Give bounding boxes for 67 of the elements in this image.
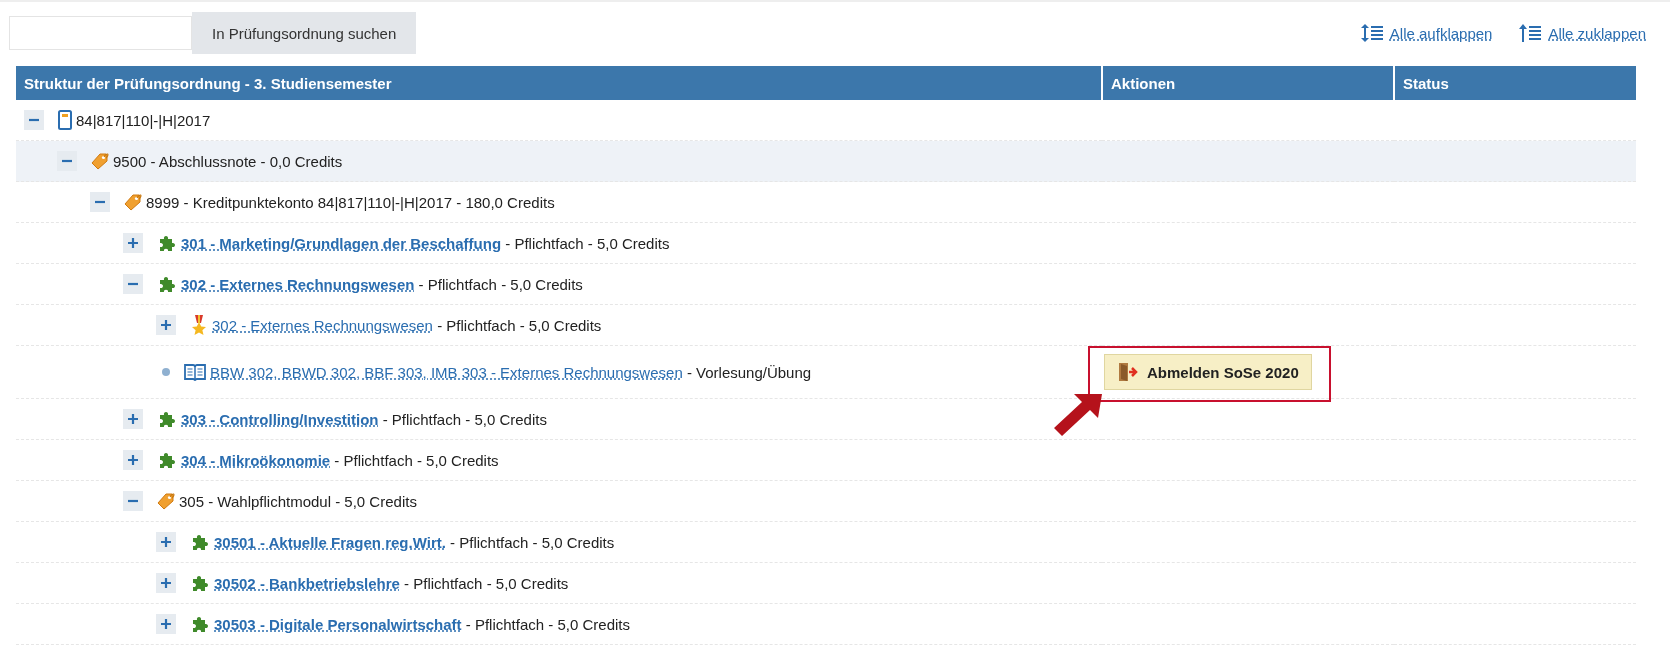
deregister-button[interactable]: Abmelden SoSe 2020 xyxy=(1104,354,1312,390)
puzzle-icon xyxy=(190,573,210,593)
node-text: - Pflichtfach - 5,0 Credits xyxy=(449,533,615,551)
collapse-button[interactable] xyxy=(90,192,110,212)
title-link[interactable]: BBW 302, BBWD 302, BBF 303, IMB 303 - Externes Rechnungswesen xyxy=(210,363,683,381)
tag-icon xyxy=(157,492,175,510)
node-text: 84|817|110|-|H|2017 xyxy=(76,111,211,129)
expand-all-link[interactable]: Alle aufklappen xyxy=(1359,23,1493,43)
expand-button[interactable] xyxy=(156,315,176,335)
title-link[interactable]: 30501 - Aktuelle Fragen reg.Wirt. xyxy=(214,533,446,551)
plus-icon xyxy=(160,319,172,331)
node-text: - Pflichtfach - 5,0 Credits xyxy=(436,316,602,334)
expand-button[interactable] xyxy=(156,614,176,634)
plus-icon xyxy=(127,413,139,425)
column-header: Aktionen xyxy=(1102,66,1394,100)
puzzle-icon xyxy=(190,614,210,634)
node-text: - Pflichtfach - 5,0 Credits xyxy=(333,451,499,469)
node-text: - Pflichtfach - 5,0 Credits xyxy=(504,234,670,252)
title-link[interactable]: 301 - Marketing/Grundlagen der Beschaffung xyxy=(181,234,502,252)
expand-button[interactable] xyxy=(156,532,176,552)
column-header: Status xyxy=(1394,66,1636,100)
title-link[interactable]: 30503 - Digitale Personalwirtschaft xyxy=(214,615,462,633)
node-text: - Pflichtfach - 5,0 Credits xyxy=(417,275,583,293)
pointer-arrow xyxy=(1052,392,1104,438)
expand-button[interactable] xyxy=(123,450,143,470)
puzzle-icon xyxy=(157,233,177,253)
expand-button[interactable] xyxy=(123,233,143,253)
collapse-button[interactable] xyxy=(57,151,77,171)
node-text: - Pflichtfach - 5,0 Credits xyxy=(403,574,569,592)
plus-icon xyxy=(160,577,172,589)
node-text: - Pflichtfach - 5,0 Credits xyxy=(381,410,547,428)
bullet-icon xyxy=(162,368,170,376)
plus-icon xyxy=(127,454,139,466)
node-text: - Vorlesung/Übung xyxy=(685,363,812,381)
plus-icon xyxy=(160,536,172,548)
node-text: 8999 - Kreditpunktekonto 84|817|110|-|H|2017 - 180,0 Credits xyxy=(146,193,555,211)
expand-button[interactable] xyxy=(156,573,176,593)
collapse-button[interactable] xyxy=(24,110,44,130)
puzzle-icon xyxy=(157,274,177,294)
puzzle-icon xyxy=(190,532,210,552)
column-header: Struktur der Prüfungsordnung - 3. Studiensemester xyxy=(16,66,1102,100)
collapse-button[interactable] xyxy=(123,274,143,294)
tag-icon xyxy=(124,193,142,211)
book-icon xyxy=(184,363,206,381)
collapse-all-link[interactable]: Alle zuklappen xyxy=(1518,23,1646,43)
node-text: 305 - Wahlpflichtmodul - 5,0 Credits xyxy=(179,492,417,510)
title-link[interactable]: 302 - Externes Rechnungswesen xyxy=(181,275,415,293)
expand-list-icon xyxy=(1359,23,1384,43)
puzzle-icon xyxy=(157,409,177,429)
title-link[interactable]: 303 - Controlling/Investition xyxy=(181,410,379,428)
node-text: 9500 - Abschlussnote - 0,0 Credits xyxy=(113,152,343,170)
expand-button[interactable] xyxy=(123,409,143,429)
document-icon xyxy=(58,110,72,130)
puzzle-icon xyxy=(157,450,177,470)
title-link[interactable]: 302 - Externes Rechnungswesen xyxy=(212,316,433,334)
collapse-list-icon xyxy=(1518,23,1543,43)
search-field[interactable] xyxy=(9,16,192,50)
plus-icon xyxy=(127,237,139,249)
title-link[interactable]: 304 - Mikroökonomie xyxy=(181,451,331,469)
exit-door-icon xyxy=(1117,361,1139,383)
search-button[interactable]: In Prüfungsordnung suchen xyxy=(192,12,417,54)
title-link[interactable]: 30502 - Bankbetriebslehre xyxy=(214,574,400,592)
node-text: - Pflichtfach - 5,0 Credits xyxy=(464,615,630,633)
medal-icon xyxy=(190,314,208,336)
collapse-button[interactable] xyxy=(123,491,143,511)
tag-icon xyxy=(91,152,109,170)
plus-icon xyxy=(160,618,172,630)
